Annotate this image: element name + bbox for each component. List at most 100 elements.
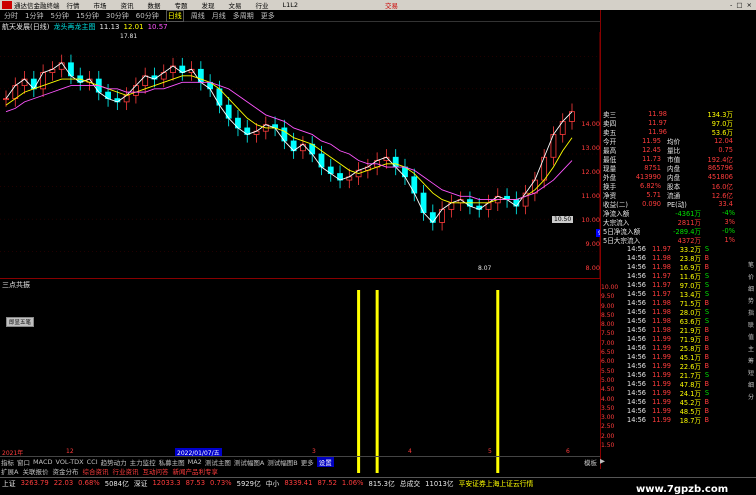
kline-chart[interactable] [0,32,600,278]
zx-index-value: 8339.41 [284,478,313,487]
side-tab[interactable]: 筹 [746,356,756,365]
side-tab[interactable]: 指 [746,308,756,317]
low-marker: 8.07 [478,265,492,272]
period-intraday[interactable]: 分时 [4,11,18,21]
tick-price: 11.98 [652,325,671,334]
period-30min[interactable]: 30分钟 [106,11,129,21]
extension-tab[interactable]: 综合资讯 [82,466,108,476]
date-label: 6 [566,448,570,455]
flow-pct: 1% [724,235,735,244]
ma-value-1: 11.13 [99,23,120,31]
indicator-tab[interactable]: CCI [87,458,98,466]
candle-body [3,98,9,101]
extension-tab[interactable]: 资金分布 [52,466,78,476]
tick-time: 14:56 [627,415,647,424]
side-tab[interactable]: 联 [746,320,756,329]
indicator-tab[interactable]: 更多 [301,457,314,467]
lower-scale-label: 3.50 [601,404,615,412]
trade-link[interactable]: 交易 [385,0,398,10]
extension-tab[interactable]: 扩展A [1,466,18,476]
tick-price: 11.98 [652,307,671,316]
sz-index-pct: 0.73% [210,478,232,487]
signal-bar [496,290,500,473]
extension-tab[interactable]: 新闻产品利专享 [172,466,218,476]
stat-value: 33.4 [718,199,733,208]
lower-scale-label: 7.00 [601,339,615,347]
menu-item-data[interactable]: 数据 [148,0,161,10]
period-1min[interactable]: 1分钟 [25,11,43,21]
ma-line-2 [5,75,573,204]
menu-item-news[interactable]: 资讯 [121,0,134,10]
extension-tab[interactable]: 互动问答 [142,466,168,476]
lower-scale-label: 9.00 [601,302,615,310]
expand-icon[interactable]: ▶ [600,457,605,467]
template-controls: 模板 ▶ [584,457,605,467]
period-more[interactable]: 更多 [261,11,275,21]
side-tab[interactable]: 分 [746,392,756,401]
period-daily[interactable]: 日线 [165,9,184,22]
sh-index-label[interactable]: 上证 [2,478,16,488]
tick-volume: 18.7万 [679,416,701,425]
side-tab[interactable]: 值 [746,332,756,341]
sz-index-value: 12033.3 [152,478,181,487]
price-scale-label: 13.00 [581,144,600,152]
tick-price: 11.99 [652,406,671,415]
period-60min[interactable]: 60分钟 [136,11,159,21]
indicator-tab[interactable]: 测试幅图B [267,457,297,467]
period-5min[interactable]: 5分钟 [50,11,68,21]
indicator-tab[interactable]: MACD [33,458,52,466]
tick-time: 14:56 [627,343,647,352]
lower-scale-label: 6.50 [601,349,615,357]
menu-item-wenyi[interactable]: 文易 [229,0,242,10]
indicator-tab[interactable]: VOL-TDX [55,458,83,466]
tick-time: 14:56 [627,271,647,280]
template-button[interactable]: 模板 [584,457,597,467]
tick-side: S [704,316,709,325]
period-15min[interactable]: 15分钟 [76,11,99,21]
tick-time: 14:56 [627,388,647,397]
period-weekly[interactable]: 周线 [191,11,205,21]
maximize-icon[interactable]: □ [736,1,742,9]
indicator-tab[interactable]: 设置 [316,456,334,467]
minimize-icon[interactable]: - [730,1,732,9]
menu-item-l1l2[interactable]: L1L2 [283,1,299,9]
indicator-tab[interactable]: 测试幅图A [234,457,264,467]
tick-time: 14:56 [627,397,647,406]
ask-price: 11.98 [648,109,667,118]
side-tab[interactable]: 势 [746,296,756,305]
lower-scale-label: 5.00 [601,376,615,384]
close-icon[interactable]: × [747,1,752,9]
lower-scale-label: 2.50 [601,423,615,431]
indicator-tab[interactable]: MA2 [188,458,202,466]
side-tab[interactable]: 笔 [746,260,756,269]
menu-item-market[interactable]: 市场 [94,0,107,10]
ma-value-3: 10.57 [147,23,168,31]
extension-tab[interactable]: 关联报价 [22,466,48,476]
zx-index-label[interactable]: 中小 [266,478,280,488]
extension-tabs: 扩展A 关联报价 资金分布 综合资讯 行业资讯 互动问答 新闻产品利专享 [0,466,600,476]
side-tab[interactable]: 细 [746,380,756,389]
extension-tab[interactable]: 行业资讯 [112,466,138,476]
zx-index-pct: 1.06% [341,478,364,487]
side-tab[interactable]: 主 [746,344,756,353]
stat-value: 6.82% [640,181,661,190]
menu-item-industry[interactable]: 行业 [256,0,269,10]
side-tab[interactable]: 细 [746,284,756,293]
tick-price: 11.97 [652,244,671,253]
sz-index-label[interactable]: 深证 [134,478,148,488]
period-monthly[interactable]: 月线 [212,11,226,21]
menu-item-quotes[interactable]: 行情 [67,0,80,10]
signal-chart[interactable] [0,279,600,475]
tick-side: S [704,280,709,289]
period-multi[interactable]: 多周期 [233,11,254,21]
sh-index-pct: 0.68% [78,478,100,487]
side-tab[interactable]: 价 [746,272,756,281]
stat-value: 451806 [707,172,733,181]
tick-side: B [704,397,709,406]
menu-item-discover[interactable]: 发现 [202,0,215,10]
lower-scale-label: 10.00 [601,284,619,291]
tick-price: 11.99 [652,370,671,379]
lower-scale-label: 7.50 [601,330,615,338]
menu-item-topic[interactable]: 专题 [175,0,188,10]
side-tab[interactable]: 短 [746,368,756,377]
